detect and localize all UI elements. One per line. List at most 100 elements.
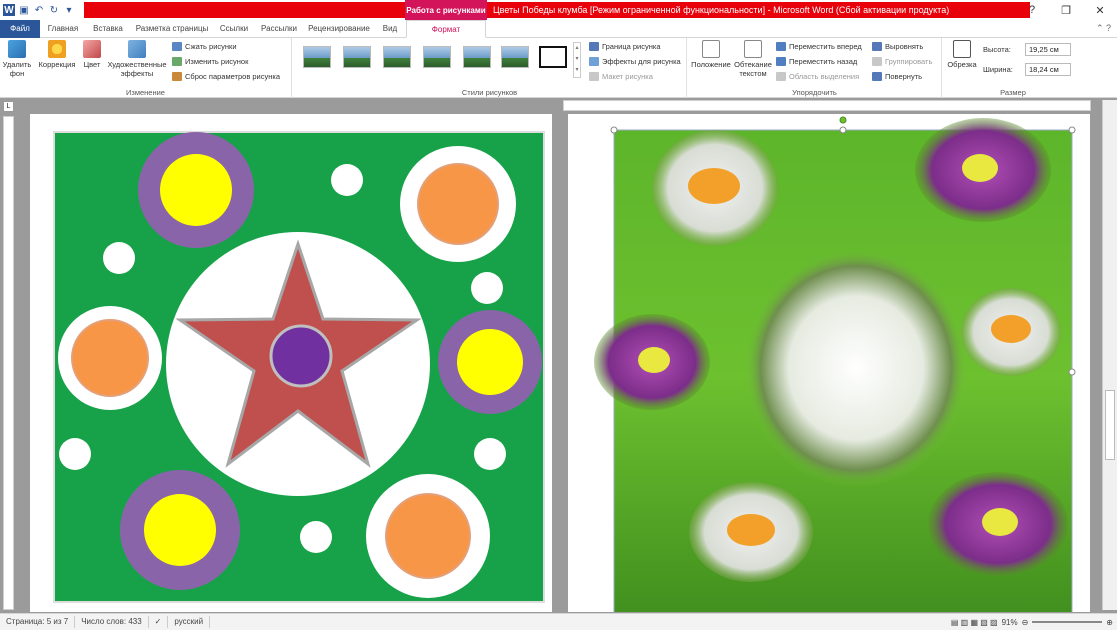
picture-border-icon (589, 42, 599, 51)
picture-style-7[interactable] (539, 46, 567, 68)
dot-3 (471, 272, 503, 304)
undo-icon[interactable]: ↶ (33, 4, 45, 16)
selection-pane-button[interactable]: Область выделения (776, 70, 859, 83)
dot-2 (103, 242, 135, 274)
customize-qat-icon[interactable]: ▾ (63, 4, 75, 16)
rotate-handle (839, 116, 847, 124)
height-field[interactable]: 19,25 см (1025, 43, 1071, 56)
remove-background-icon (8, 40, 26, 58)
picture-tools-label: Работа с рисунками (405, 0, 487, 20)
bed-bottom-right-orange (385, 493, 471, 579)
handle-tr (1068, 126, 1076, 134)
group-picture-styles-label: Стили рисунков (461, 88, 518, 97)
picture-style-6[interactable] (501, 46, 529, 68)
document-workspace (16, 112, 1102, 612)
picture-style-4[interactable] (423, 46, 451, 68)
close-icon[interactable]: ✕ (1083, 0, 1117, 20)
zoom-level[interactable]: 91% (1002, 618, 1018, 627)
position-button[interactable]: Положение (690, 40, 732, 69)
send-backward-button[interactable]: Переместить назад (776, 55, 857, 68)
zoom-out-icon[interactable]: ⊖ (1022, 618, 1029, 627)
artistic-effects-label: Художественные эффекты (107, 60, 167, 78)
tab-references[interactable]: Ссылки (214, 20, 254, 38)
width-field[interactable]: 18,24 см (1025, 63, 1071, 76)
dot-5 (474, 438, 506, 470)
restore-icon[interactable]: ❐ (1049, 0, 1083, 20)
flower-bed-diagram[interactable] (30, 114, 552, 612)
picture-style-2[interactable] (343, 46, 371, 68)
word-count[interactable]: Число слов: 433 (75, 616, 149, 628)
tab-format[interactable]: Формат (406, 20, 486, 38)
compress-pictures-button[interactable]: Сжать рисунки (172, 40, 237, 53)
picture-layout-button[interactable]: Макет рисунка (589, 70, 653, 83)
tab-insert[interactable]: Вставка (86, 20, 130, 38)
rotate-icon (872, 72, 882, 81)
spellcheck-icon[interactable]: ✓ (149, 616, 169, 628)
photo-bed-left-yellow (638, 347, 670, 373)
dot-4 (59, 438, 91, 470)
selection-pane-label: Область выделения (789, 72, 860, 81)
vertical-scrollbar[interactable] (1102, 100, 1117, 610)
help-icon[interactable]: ? (1015, 0, 1049, 20)
wrap-text-button[interactable]: Обтекание текстом (734, 40, 772, 78)
handle-mr (1068, 368, 1076, 376)
page-left (30, 114, 552, 612)
window-controls: ? ❐ ✕ (1015, 0, 1117, 20)
bed-top-right-orange (417, 163, 499, 245)
view-buttons[interactable]: ▤ ▥ ▦ ▧ ▨ (951, 618, 998, 627)
tab-file[interactable]: Файл (0, 20, 40, 38)
language-indicator[interactable]: русский (168, 616, 211, 628)
styles-gallery-scroll[interactable]: ▴ ▾ ▾ (573, 42, 581, 78)
bed-bottom-left-yellow (144, 494, 216, 566)
tab-view[interactable]: Вид (376, 20, 404, 38)
zoom-in-icon[interactable]: ⊕ (1106, 618, 1113, 627)
horizontal-ruler[interactable] (563, 100, 1091, 111)
send-backward-label: Переместить назад (789, 57, 858, 66)
page-counter[interactable]: Страница: 5 из 7 (0, 616, 76, 628)
send-backward-icon (776, 57, 786, 66)
remove-background-button[interactable]: Удалить фон (2, 40, 32, 78)
picture-border-button[interactable]: Граница рисунка (589, 40, 660, 53)
rotate-button[interactable]: Повернуть (872, 70, 922, 83)
bed-right-yellow (457, 329, 523, 395)
color-button[interactable]: Цвет (80, 40, 104, 69)
word-window: W ▣ ↶ ↻ ▾ Работа с рисунками Цветы Побед… (0, 0, 1117, 630)
tab-home[interactable]: Главная (42, 20, 84, 38)
star-center-circle (269, 324, 333, 388)
bring-forward-label: Переместить вперед (789, 42, 862, 51)
tab-review[interactable]: Рецензирование (304, 20, 374, 38)
bed-left-orange (71, 319, 149, 397)
zoom-slider[interactable] (1032, 621, 1103, 623)
width-label: Ширина: (983, 65, 1013, 74)
redo-icon[interactable]: ↻ (48, 4, 60, 16)
picture-effects-button[interactable]: Эффекты для рисунка (589, 55, 681, 68)
artistic-effects-button[interactable]: Художественные эффекты (106, 40, 168, 78)
save-icon[interactable]: ▣ (18, 4, 30, 16)
tab-mailings[interactable]: Рассылки (256, 20, 302, 38)
bring-forward-button[interactable]: Переместить вперед (776, 40, 862, 53)
change-picture-button[interactable]: Изменить рисунок (172, 55, 248, 68)
correction-button[interactable]: Коррекция (36, 40, 78, 69)
word-logo-icon[interactable]: W (3, 4, 15, 16)
ruler-toggle[interactable]: L (3, 101, 14, 112)
height-label: Высота: (983, 45, 1011, 54)
reset-picture-button[interactable]: Сброс параметров рисунка (172, 70, 280, 83)
color-icon (83, 40, 101, 58)
align-icon (872, 42, 882, 51)
picture-effects-icon (589, 57, 599, 66)
wrap-text-label: Обтекание текстом (734, 60, 772, 78)
zoom-controls: ▤ ▥ ▦ ▧ ▨ 91% ⊖ ⊕ (951, 616, 1113, 628)
picture-style-3[interactable] (383, 46, 411, 68)
photo-bed-bottom-left-orange (727, 514, 775, 546)
align-button[interactable]: Выровнять (872, 40, 923, 53)
vertical-ruler[interactable] (3, 116, 14, 610)
tab-page-layout[interactable]: Разметка страницы (132, 20, 212, 38)
crop-button[interactable]: Обрезка (945, 40, 979, 69)
ribbon-minimize-icon[interactable]: ⌃ ? (1096, 23, 1111, 34)
picture-style-5[interactable] (463, 46, 491, 68)
photo-bed-right-orange (991, 315, 1031, 343)
scrollbar-thumb[interactable] (1105, 390, 1115, 460)
flower-photo-collage[interactable] (568, 114, 1090, 612)
picture-style-1[interactable] (303, 46, 331, 68)
group-objects-button[interactable]: Группировать (872, 55, 932, 68)
